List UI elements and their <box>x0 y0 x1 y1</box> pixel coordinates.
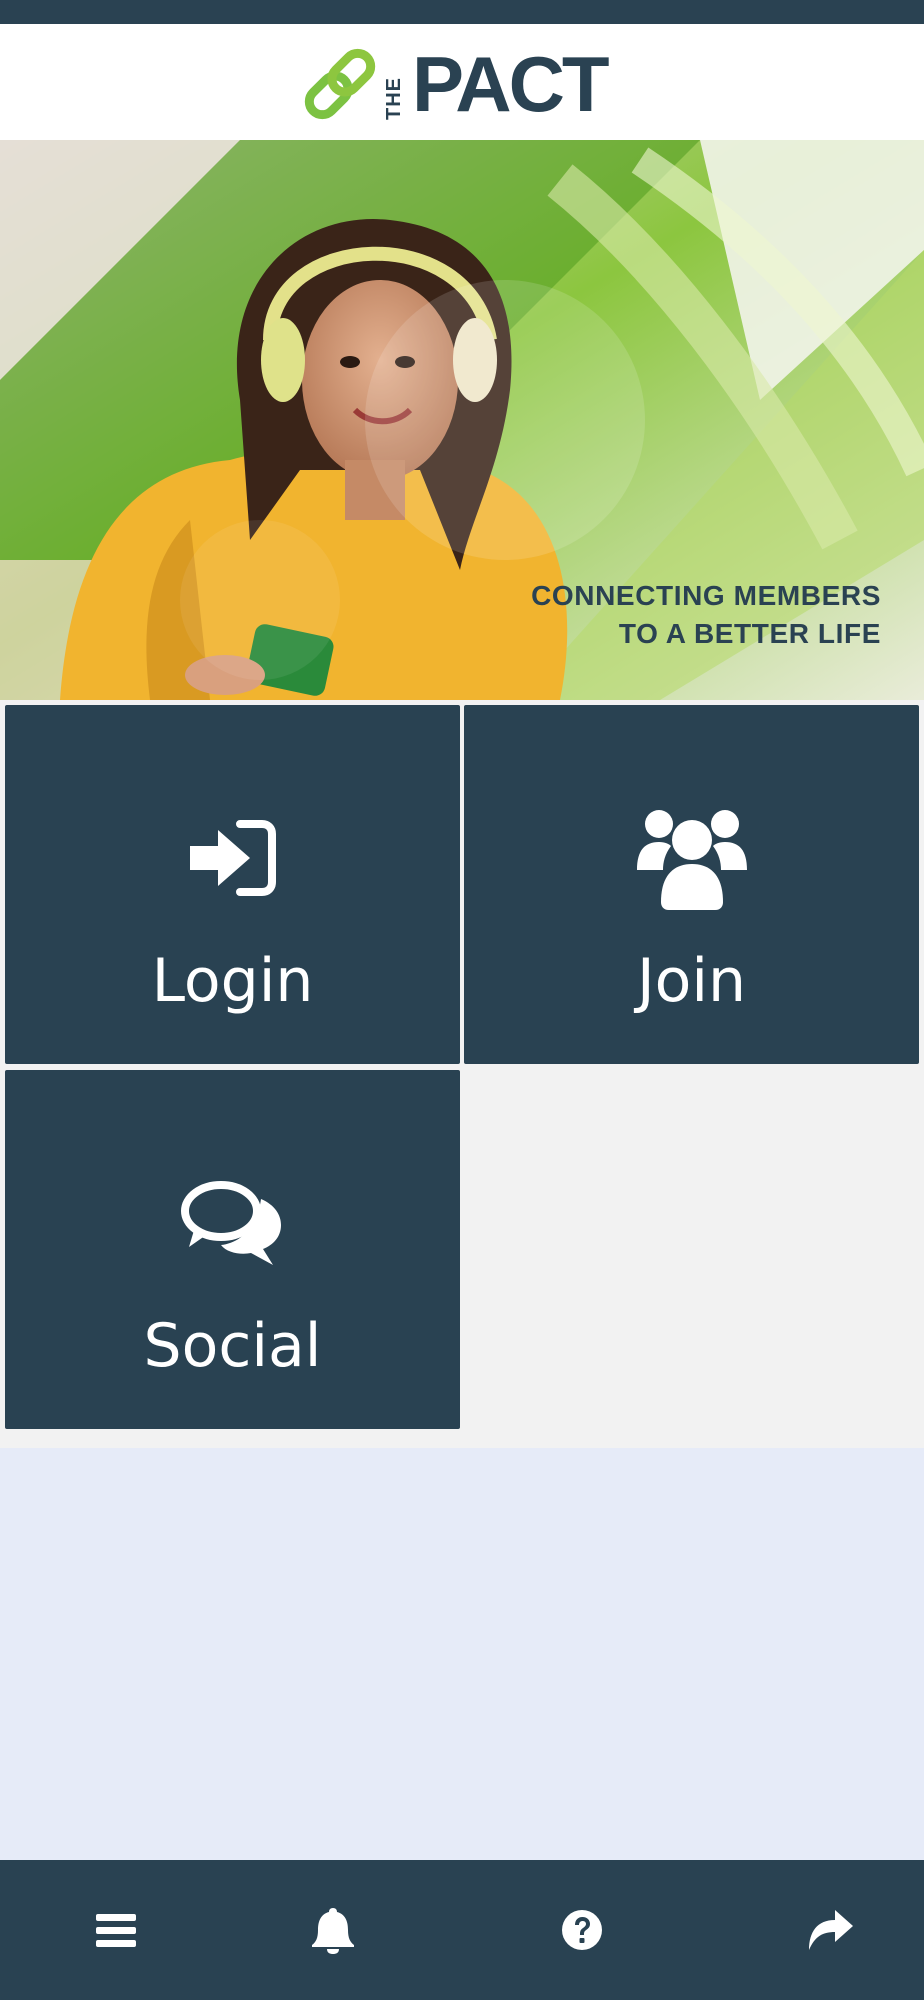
share-icon <box>808 1910 853 1950</box>
menu-button[interactable] <box>0 1860 231 2000</box>
social-label: Social <box>143 1311 322 1381</box>
login-tile[interactable]: Login <box>5 705 460 1064</box>
chain-link-icon <box>304 48 376 120</box>
share-button[interactable] <box>715 1860 924 2000</box>
sign-in-icon <box>178 803 288 913</box>
menu-icon <box>95 1914 136 1947</box>
bottom-nav <box>0 1860 924 2000</box>
logo-the-text: THE <box>383 77 405 120</box>
hero-banner: CONNECTING MEMBERS TO A BETTER LIFE <box>0 140 924 700</box>
pact-logo: THE PACT <box>300 40 630 128</box>
login-label: Login <box>151 946 314 1016</box>
app-header: THE PACT <box>0 24 924 140</box>
users-icon <box>636 803 747 913</box>
tile-grid: Login Join Social <box>0 700 924 1448</box>
tagline-line-2: TO A BETTER LIFE <box>618 618 881 649</box>
help-button[interactable] <box>466 1860 697 2000</box>
comments-icon <box>178 1168 288 1278</box>
hero-tagline: CONNECTING MEMBERS TO A BETTER LIFE <box>531 577 881 653</box>
bell-icon <box>311 1908 354 1954</box>
tagline-line-1: CONNECTING MEMBERS <box>531 580 881 611</box>
help-icon <box>561 1910 602 1950</box>
social-tile[interactable]: Social <box>5 1070 460 1429</box>
logo-pact-text: PACT <box>412 40 610 128</box>
notifications-button[interactable] <box>217 1860 448 2000</box>
status-bar <box>0 0 924 24</box>
join-tile[interactable]: Join <box>464 705 919 1064</box>
join-label: Join <box>636 946 747 1016</box>
